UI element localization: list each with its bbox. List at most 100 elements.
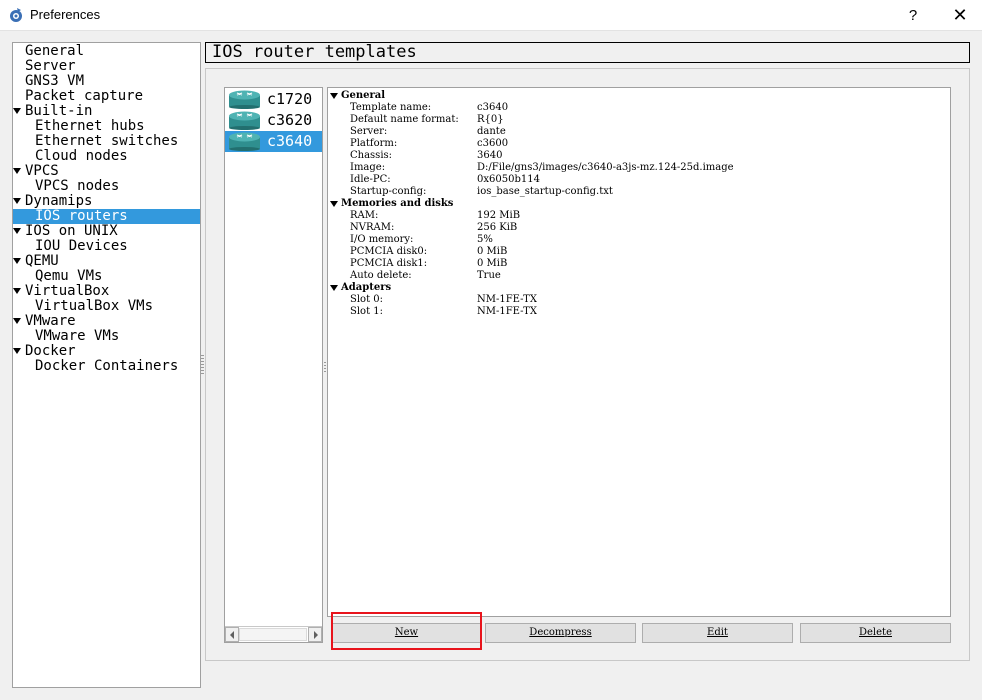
expand-arrow-icon[interactable] xyxy=(13,198,21,204)
details-key: Startup-config: xyxy=(350,186,427,197)
sidebar-item-iou-devices[interactable]: IOU Devices xyxy=(13,239,200,254)
template-details-tree: General Template name: c3640 Default name f… xyxy=(327,87,951,617)
sidebar-item-docker-containers[interactable]: Docker Containers xyxy=(13,359,200,374)
template-item-c1720[interactable]: c1720 xyxy=(225,89,322,110)
details-value: c3640 xyxy=(477,102,509,113)
sidebar-item-vmware-vms[interactable]: VMware VMs xyxy=(13,329,200,344)
template-item-c3640[interactable]: c3640 xyxy=(225,131,322,152)
details-value: 192 MiB xyxy=(477,210,521,221)
delete-button[interactable]: Delete xyxy=(800,623,951,643)
window-title: Preferences xyxy=(30,7,101,22)
sidebar-item-virtualbox-vms[interactable]: VirtualBox VMs xyxy=(13,299,200,314)
sidebar-item-label: Dynamips xyxy=(25,193,93,209)
details-value: 5% xyxy=(477,234,493,245)
sidebar-item-qemu-vms[interactable]: Qemu VMs xyxy=(13,269,200,284)
details-group-label: Memories and disks xyxy=(341,198,454,209)
details-key: Server: xyxy=(350,126,388,137)
preferences-nav-tree: General Server GNS3 VM Packet capture Built-… xyxy=(12,42,201,688)
sidebar-item-docker[interactable]: Docker xyxy=(13,344,200,359)
scroll-thumb[interactable] xyxy=(239,628,307,641)
expand-arrow-icon[interactable] xyxy=(13,228,21,234)
router-icon xyxy=(229,132,260,151)
new-button-highlight xyxy=(331,612,482,650)
list-splitter-handle[interactable] xyxy=(324,362,326,372)
sidebar-item-label: Server xyxy=(25,58,76,74)
details-key: Slot 1: xyxy=(350,306,383,317)
expand-arrow-icon[interactable] xyxy=(13,108,21,114)
details-key: Slot 0: xyxy=(350,294,383,305)
sidebar-item-label: Ethernet hubs xyxy=(35,118,145,134)
sidebar-item-dynamips[interactable]: Dynamips xyxy=(13,194,200,209)
sidebar-item-vpcs-nodes[interactable]: VPCS nodes xyxy=(13,179,200,194)
title-bar: Preferences ? ✕ xyxy=(0,0,982,31)
details-value: D:/File/gns3/images/c3640-a3js-mz.124-25… xyxy=(477,162,734,173)
sidebar-item-label: IOU Devices xyxy=(35,238,128,254)
details-key: Platform: xyxy=(350,138,398,149)
expand-arrow-icon[interactable] xyxy=(13,348,21,354)
sidebar-item-label: VPCS nodes xyxy=(35,178,120,194)
details-key: I/O memory: xyxy=(350,234,414,245)
details-value: 3640 xyxy=(477,150,503,161)
collapse-arrow-icon[interactable] xyxy=(330,93,338,99)
details-value: dante xyxy=(477,126,506,137)
details-value: 0 MiB xyxy=(477,258,508,269)
template-list-hscrollbar[interactable] xyxy=(225,626,322,642)
decompress-button[interactable]: Decompress xyxy=(485,623,636,643)
sidebar-item-packet-capture[interactable]: Packet capture xyxy=(13,89,200,104)
sidebar-item-qemu[interactable]: QEMU xyxy=(13,254,200,269)
close-button[interactable]: ✕ xyxy=(940,0,980,31)
sidebar-item-label: Docker Containers xyxy=(35,358,179,374)
edit-button[interactable]: Edit xyxy=(642,623,793,643)
gns3-app-icon xyxy=(10,8,22,22)
details-group-label: Adapters xyxy=(341,282,392,293)
details-value: 0 MiB xyxy=(477,246,508,257)
collapse-arrow-icon[interactable] xyxy=(330,201,338,207)
sidebar-item-label: General xyxy=(25,43,85,59)
details-value: ios_base_startup-config.txt xyxy=(477,186,613,197)
details-value: 0x6050b114 xyxy=(477,174,540,185)
template-list: c1720 c3620 c3640 xyxy=(224,87,323,643)
details-key: Image: xyxy=(350,162,386,173)
details-value: R{0} xyxy=(477,114,504,125)
template-item-label: c3620 xyxy=(267,111,313,129)
expand-arrow-icon[interactable] xyxy=(13,258,21,264)
sidebar-item-label: VMware VMs xyxy=(35,328,120,344)
sidebar-item-label: GNS3 VM xyxy=(25,73,85,89)
sidebar-item-ethernet-switches[interactable]: Ethernet switches xyxy=(13,134,200,149)
sidebar-item-cloud-nodes[interactable]: Cloud nodes xyxy=(13,149,200,164)
details-key: Default name format: xyxy=(350,114,459,125)
sidebar-item-label: Cloud nodes xyxy=(35,148,128,164)
details-key: Auto delete: xyxy=(350,270,412,281)
expand-arrow-icon[interactable] xyxy=(13,288,21,294)
details-key: RAM: xyxy=(350,210,379,221)
sidebar-item-ios-on-unix[interactable]: IOS on UNIX xyxy=(13,224,200,239)
details-value: NM-1FE-TX xyxy=(477,306,537,317)
details-value: 256 KiB xyxy=(477,222,518,233)
sidebar-item-server[interactable]: Server xyxy=(13,59,200,74)
splitter-handle[interactable] xyxy=(201,355,204,375)
sidebar-item-gns3-vm[interactable]: GNS3 VM xyxy=(13,74,200,89)
collapse-arrow-icon[interactable] xyxy=(330,285,338,291)
scroll-left-arrow-icon[interactable] xyxy=(225,627,239,642)
sidebar-item-virtualbox[interactable]: VirtualBox xyxy=(13,284,200,299)
expand-arrow-icon[interactable] xyxy=(13,318,21,324)
sidebar-item-built-in[interactable]: Built-in xyxy=(13,104,200,119)
sidebar-item-vpcs[interactable]: VPCS xyxy=(13,164,200,179)
scroll-right-arrow-icon[interactable] xyxy=(308,627,322,642)
sidebar-item-ethernet-hubs[interactable]: Ethernet hubs xyxy=(13,119,200,134)
help-button[interactable]: ? xyxy=(896,0,930,31)
details-value: True xyxy=(477,270,501,281)
sidebar-item-label: Qemu VMs xyxy=(35,268,103,284)
sidebar-item-vmware[interactable]: VMware xyxy=(13,314,200,329)
sidebar-item-label: Docker xyxy=(25,343,76,359)
template-item-c3620[interactable]: c3620 xyxy=(225,110,322,131)
sidebar-item-label: Packet capture xyxy=(25,88,144,104)
expand-arrow-icon[interactable] xyxy=(13,168,21,174)
sidebar-item-label: VirtualBox xyxy=(25,283,110,299)
sidebar-item-general[interactable]: General xyxy=(13,44,200,59)
sidebar-item-label: VirtualBox VMs xyxy=(35,298,154,314)
template-item-label: c1720 xyxy=(267,90,313,108)
details-key: PCMCIA disk0: xyxy=(350,246,428,257)
details-key: PCMCIA disk1: xyxy=(350,258,428,269)
sidebar-item-ios-routers[interactable]: IOS routers xyxy=(13,209,200,224)
